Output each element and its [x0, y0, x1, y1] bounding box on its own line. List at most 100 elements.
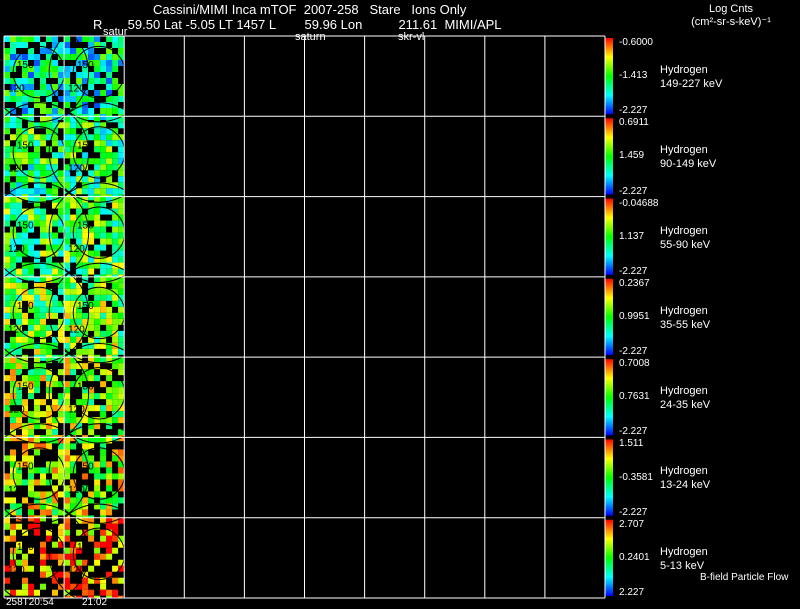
heatmap-cell: [22, 268, 28, 275]
heatmap-cell: [88, 348, 95, 355]
heatmap-cell: [118, 152, 125, 159]
heatmap-cell: [64, 220, 71, 227]
heatmap-cell: [10, 529, 16, 536]
ring-label-inner: 150: [77, 60, 94, 71]
heatmap-cell: [70, 503, 77, 510]
heatmap-cell: [52, 66, 58, 72]
heatmap-cell: [40, 559, 46, 566]
heatmap-cell: [22, 443, 28, 450]
heatmap-cell: [94, 577, 101, 584]
heatmap-cell: [124, 491, 125, 498]
heatmap-cell: [28, 565, 34, 572]
heatmap-cell: [64, 517, 71, 524]
heatmap-cell: [52, 473, 58, 480]
heatmap-cell: [34, 250, 40, 257]
heatmap-cell: [88, 54, 95, 60]
heatmap-cell: [100, 583, 107, 590]
heatmap-cell: [28, 509, 34, 516]
heatmap-cell: [28, 318, 34, 325]
heatmap-cell: [124, 553, 125, 560]
heatmap-cell: [94, 146, 101, 153]
heatmap-cell: [34, 36, 40, 42]
heatmap-cell: [112, 54, 119, 60]
heatmap-cell: [100, 66, 107, 72]
heatmap-cell: [112, 220, 119, 227]
heatmap-cell: [64, 461, 71, 468]
heatmap-cell: [46, 194, 52, 201]
heatmap-cell: [22, 363, 28, 370]
heatmap-cell: [88, 399, 95, 406]
row-energy-label: 5-13 keV: [660, 559, 705, 572]
heatmap-cell: [4, 523, 10, 530]
heatmap-cell: [40, 48, 46, 54]
heatmap-cell: [124, 170, 125, 177]
heatmap-cell: [46, 479, 52, 486]
heatmap-cell: [10, 196, 16, 203]
heatmap-cell: [124, 72, 125, 78]
heatmap-cell: [10, 375, 16, 382]
heatmap-cell: [58, 553, 64, 560]
heatmap-cell: [4, 262, 10, 269]
heatmap-cell: [100, 140, 107, 147]
heatmap-cell: [58, 72, 64, 78]
heatmap-cell: [70, 96, 77, 102]
heatmap-cell: [106, 78, 113, 84]
heatmap-cell: [124, 300, 125, 307]
heatmap-cell: [22, 282, 28, 289]
heatmap-cell: [82, 509, 89, 516]
colorbar: [605, 519, 613, 596]
heatmap-cell: [100, 288, 107, 295]
heatmap-cell: [112, 523, 119, 530]
heatmap-cell: [34, 497, 40, 504]
heatmap-cell: [106, 509, 113, 516]
heatmap-cell: [106, 553, 113, 560]
heatmap-cell: [112, 214, 119, 221]
heatmap-cell: [34, 589, 40, 596]
heatmap-cell: [16, 473, 22, 480]
heatmap-cell: [34, 449, 40, 456]
ring-label-outer: 120: [8, 324, 25, 335]
heatmap-cell: [4, 357, 10, 364]
time-label-start: 258T20:54: [6, 597, 54, 608]
heatmap-cell: [40, 306, 46, 313]
heatmap-cell: [16, 96, 22, 102]
heatmap-cell: [88, 108, 95, 114]
colorbar: [605, 118, 613, 195]
heatmap-cell: [94, 417, 101, 424]
heatmap-cell: [28, 72, 34, 78]
heatmap-cell: [100, 509, 107, 516]
heatmap-cell: [106, 523, 113, 530]
heatmap-cell: [64, 342, 70, 349]
heatmap-cell: [34, 188, 40, 195]
heatmap-cell: [58, 473, 64, 480]
heatmap-cell: [100, 529, 107, 536]
heatmap-cell: [64, 369, 70, 376]
heatmap-cell: [124, 399, 125, 406]
heatmap-cell: [88, 268, 95, 275]
heatmap-cell: [4, 535, 10, 542]
heatmap-cell: [106, 294, 113, 301]
heatmap-cell: [28, 330, 34, 337]
heatmap-cell: [70, 288, 77, 295]
heatmap-cell: [34, 54, 40, 60]
heatmap-cell: [112, 547, 119, 554]
heatmap-cell: [34, 294, 40, 301]
heatmap-cell: [64, 437, 71, 444]
heatmap-cell: [118, 96, 125, 102]
heatmap-cell: [118, 387, 125, 394]
heatmap-cell: [70, 336, 77, 343]
heatmap-cell: [112, 256, 119, 263]
heatmap-cell: [94, 306, 101, 313]
heatmap-cell: [34, 312, 40, 319]
heatmap-cell: [88, 214, 95, 221]
ring-label-inner: 150: [17, 140, 34, 151]
heatmap-cell: [124, 164, 125, 171]
heatmap-cell: [34, 158, 40, 165]
heatmap-cell: [124, 114, 125, 120]
heatmap-cell: [100, 188, 107, 195]
heatmap-cell: [34, 90, 40, 96]
heatmap-cell: [10, 96, 16, 102]
heatmap-cell: [112, 348, 119, 355]
heatmap-cell: [10, 497, 16, 504]
heatmap-cell: [100, 238, 107, 245]
